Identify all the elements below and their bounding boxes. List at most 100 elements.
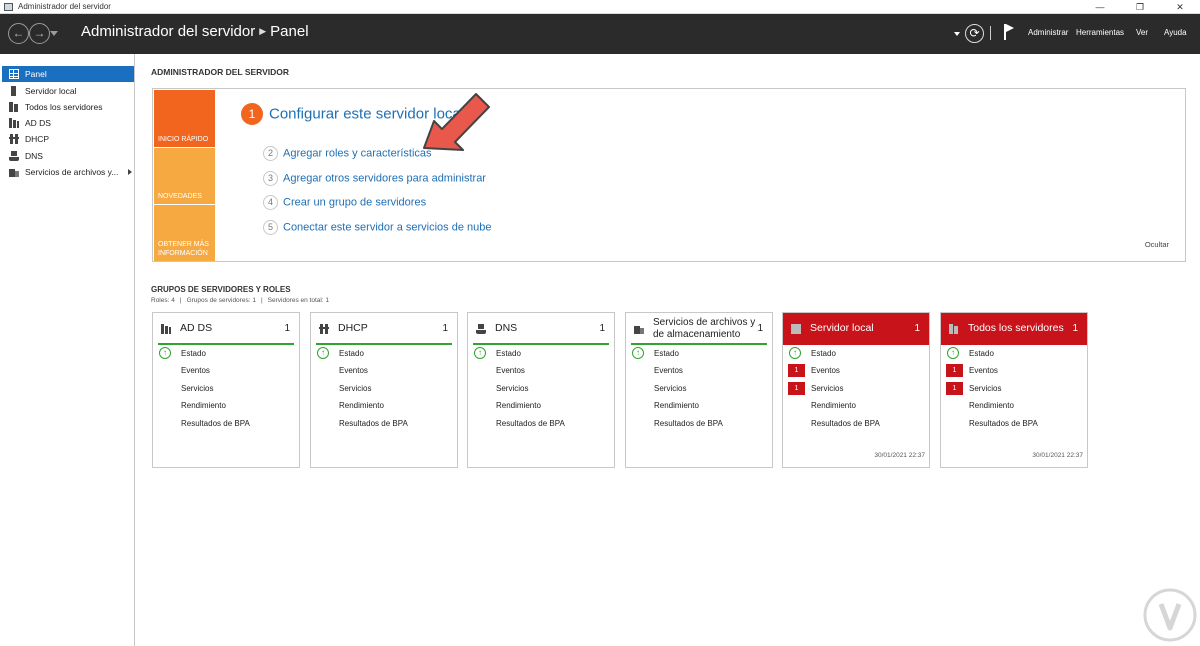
menu-tools[interactable]: Herramientas [1076,28,1124,37]
history-dropdown-icon[interactable] [50,31,58,36]
menu-manage[interactable]: Administrar [1028,28,1068,37]
tile-whats-new[interactable]: NOVEDADES [154,148,215,204]
role-card-file-services[interactable]: Servicios de archivos y de almacenamient… [625,312,773,468]
notifications-flag-icon[interactable] [1004,24,1014,40]
card-row-events[interactable]: Eventos [468,363,614,378]
row-label: Eventos [969,366,998,375]
sidebar-item-all-servers[interactable]: Todos los servidores [2,99,134,115]
alert-count-badge: 1 [788,382,805,395]
card-title: DNS [495,322,518,334]
sidebar-item-label: DHCP [25,134,50,144]
card-row-events[interactable]: 1 Eventos [783,363,929,378]
card-row-status[interactable]: ↑ Estado [626,346,772,361]
card-row-services[interactable]: 1 Servicios [941,381,1087,396]
back-button[interactable]: ← [8,23,29,44]
sidebar-item-local-server[interactable]: Servidor local [2,83,134,99]
card-count: 1 [284,323,290,334]
card-header[interactable]: AD DS 1 [153,313,299,345]
watermark-logo-icon [1143,588,1197,642]
status-ok-icon: ↑ [789,347,801,359]
card-row-status[interactable]: ↑ Estado [153,346,299,361]
card-row-performance[interactable]: Rendimiento [783,398,929,413]
sidebar-item-file-services[interactable]: Servicios de archivos y... [2,164,134,180]
breadcrumb-current: Panel [270,23,309,40]
row-label: Estado [339,349,364,358]
card-row-events[interactable]: Eventos [626,363,772,378]
card-header[interactable]: Servidor local 1 [783,313,929,345]
card-title: DHCP [338,322,368,334]
card-row-services[interactable]: Servicios [626,381,772,396]
card-row-performance[interactable]: Rendimiento [153,398,299,413]
minimize-button[interactable]: — [1080,0,1120,14]
refresh-button[interactable]: ⟳ [965,24,984,43]
card-row-performance[interactable]: Rendimiento [626,398,772,413]
sidebar-item-ad-ds[interactable]: AD DS [2,115,134,131]
card-row-status[interactable]: ↑ Estado [941,346,1087,361]
row-label: Estado [811,349,836,358]
forward-button[interactable]: → [29,23,50,44]
refresh-dropdown-icon[interactable] [954,32,960,36]
sidebar-item-panel[interactable]: Panel [2,66,134,82]
restore-button[interactable]: ❐ [1120,0,1160,14]
card-title: Servicios de archivos y de almacenamient… [653,317,756,340]
card-row-bpa[interactable]: Resultados de BPA [153,416,299,431]
card-row-bpa[interactable]: Resultados de BPA [311,416,457,431]
role-card-all-servers[interactable]: Todos los servidores 1 ↑ Estado 1 Eventos … [940,312,1088,468]
status-ok-icon: ↑ [632,347,644,359]
card-row-events[interactable]: 1 Eventos [941,363,1087,378]
card-title: Todos los servidores [968,322,1064,334]
sidebar-item-dns[interactable]: DNS [2,148,134,164]
status-line [316,343,452,345]
step-add-servers[interactable]: 3 Agregar otros servidores para administr… [263,171,486,186]
row-label: Resultados de BPA [811,419,880,428]
breadcrumb-root[interactable]: Administrador del servidor [81,23,255,40]
row-label: Servicios [654,384,687,393]
card-row-services[interactable]: Servicios [153,381,299,396]
card-row-events[interactable]: Eventos [311,363,457,378]
card-header[interactable]: DNS 1 [468,313,614,345]
card-row-status[interactable]: ↑ Estado [468,346,614,361]
tile-learn-more[interactable]: OBTENER MÁS INFORMACIÓN [154,205,215,261]
card-header[interactable]: DHCP 1 [311,313,457,345]
row-label: Estado [496,349,521,358]
card-row-bpa[interactable]: Resultados de BPA [468,416,614,431]
card-header[interactable]: Todos los servidores 1 [941,313,1087,345]
card-header[interactable]: Servicios de archivos y de almacenamient… [626,313,772,345]
card-row-bpa[interactable]: Resultados de BPA [626,416,772,431]
role-card-dhcp[interactable]: DHCP 1 ↑ Estado Eventos Servicios Rendimi… [310,312,458,468]
hide-link[interactable]: Ocultar [1145,240,1169,249]
expand-arrow-icon[interactable] [128,169,132,175]
card-row-performance[interactable]: Rendimiento [941,398,1087,413]
menu-help[interactable]: Ayuda [1164,28,1187,37]
role-card-local-server[interactable]: Servidor local 1 ↑ Estado 1 Eventos 1 Servi… [782,312,930,468]
card-row-services[interactable]: 1 Servicios [783,381,929,396]
menu-view[interactable]: Ver [1136,28,1148,37]
card-row-performance[interactable]: Rendimiento [468,398,614,413]
step-connect-cloud[interactable]: 5 Conectar este servidor a servicios de n… [263,220,492,235]
window-title: Administrador del servidor [18,2,111,11]
card-row-bpa[interactable]: Resultados de BPA [783,416,929,431]
row-label: Rendimiento [496,401,541,410]
arrow-left-icon: ← [12,26,25,40]
tile-quick-start[interactable]: INICIO RÁPIDO [154,90,215,147]
step-create-group[interactable]: 4 Crear un grupo de servidores [263,195,426,210]
card-row-performance[interactable]: Rendimiento [311,398,457,413]
card-row-services[interactable]: Servicios [311,381,457,396]
card-row-events[interactable]: Eventos [153,363,299,378]
server-manager-app-icon [4,3,13,11]
page-title: ADMINISTRADOR DEL SERVIDOR [151,67,290,77]
card-row-status[interactable]: ↑ Estado [311,346,457,361]
card-row-bpa[interactable]: Resultados de BPA [941,416,1087,431]
card-count: 1 [757,323,763,334]
role-card-dns[interactable]: DNS 1 ↑ Estado Eventos Servicios Rendimie… [467,312,615,468]
refresh-icon: ⟳ [969,26,980,40]
header-divider [990,26,991,40]
sidebar-item-dhcp[interactable]: DHCP [2,131,134,147]
card-row-services[interactable]: Servicios [468,381,614,396]
close-button[interactable]: ✕ [1160,0,1200,14]
card-row-status[interactable]: ↑ Estado [783,346,929,361]
alert-count-badge: 1 [788,364,805,377]
step-add-roles[interactable]: 2 Agregar roles y características [263,146,432,161]
role-card-ad-ds[interactable]: AD DS 1 ↑ Estado Eventos Servicios Rendim… [152,312,300,468]
alert-count-badge: 1 [946,364,963,377]
